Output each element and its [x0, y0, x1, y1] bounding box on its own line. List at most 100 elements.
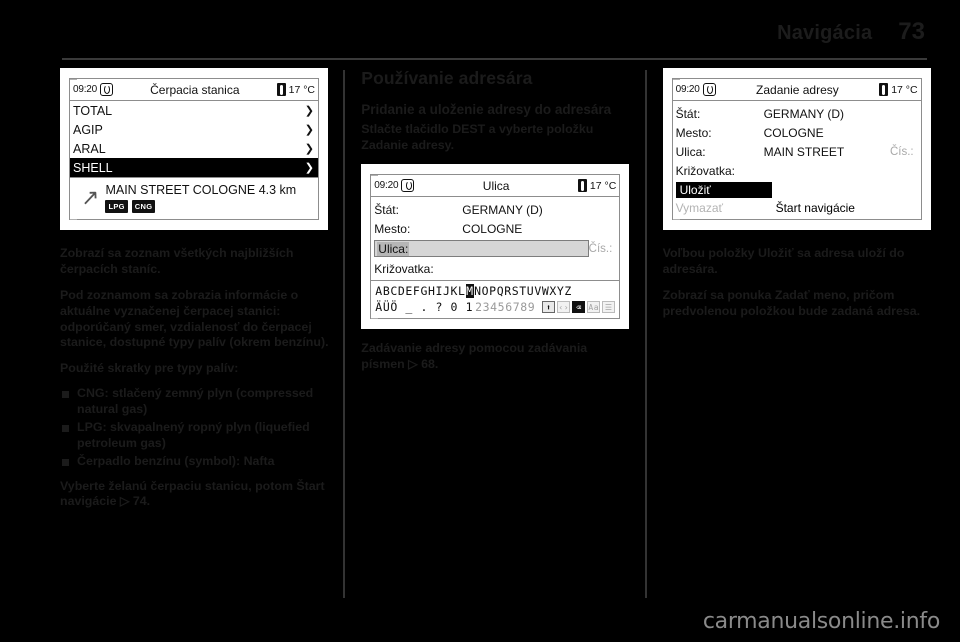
save-button[interactable]: Uložiť	[675, 182, 772, 198]
screen-title: Čerpacia stanica	[150, 82, 240, 97]
bottom-button-row: Vymazať Štart navigácie	[673, 199, 921, 217]
screen-statusbar: 09:20 Ulica 17 °C	[371, 175, 620, 198]
shift-icon[interactable]: ⬆	[542, 301, 556, 314]
right-column: 09:20 Zadanie adresy 17 °C Štát: GERMANY…	[662, 68, 932, 598]
list-item: LPG: skvapalnený ropný plyn (liquefied p…	[60, 420, 329, 452]
form-row-country[interactable]: Štát: GERMANY (D)	[371, 200, 619, 219]
clock-label: 09:20	[675, 84, 700, 95]
keyboard-row-symbols[interactable]: ÄÜÖ _ . ? 0 1 23456789 ⬆ ‹› ⌫ Aa ☰	[375, 300, 616, 315]
manual-page: Navigácia 73 09:20 Čerpacia stanica 17 °…	[0, 0, 960, 642]
form-row-city[interactable]: Mesto: COLOGNE	[673, 123, 921, 142]
screen-title: Ulica	[482, 178, 510, 193]
form-row-street[interactable]: Ulica: Čís.:	[374, 239, 616, 258]
page-number: 73	[898, 18, 925, 45]
fuel-tags: LPG CNG	[105, 200, 296, 213]
field-value: GERMANY (D)	[763, 106, 845, 121]
middle-column: Používanie adresára Pridanie a uloženie …	[361, 68, 630, 598]
station-detail: ↗ MAIN STREET COLOGNE 4.3 km LPG CNG	[70, 177, 318, 219]
chevron-right-icon: ❯	[304, 105, 314, 117]
field-value: COLOGNE	[462, 221, 523, 236]
list-item-selected[interactable]: SHELL ❯	[70, 158, 318, 177]
case-icon[interactable]: Aa	[587, 301, 601, 314]
keyboard-letters-after: NOPQRSTUVWXYZ	[474, 284, 572, 299]
left-paragraph-1: Zobrazí sa zoznam všetkých najbližších č…	[60, 246, 294, 276]
field-label: Križovatka:	[675, 163, 735, 178]
list-item-label: SHELL	[73, 160, 113, 175]
field-value: GERMANY (D)	[462, 202, 543, 217]
keyboard-icon-group[interactable]: ⬆ ‹› ⌫ Aa ☰	[542, 301, 616, 314]
house-number-label: Čís.:	[889, 145, 914, 158]
start-navigation-button[interactable]: Štart navigácie	[776, 201, 855, 215]
keyboard-letters-before: ABCDEFGHIJKL	[375, 284, 466, 299]
column-divider-2	[644, 70, 647, 598]
left-paragraph-3: Použité skratky pre typy palív:	[60, 361, 239, 376]
cursor-icon[interactable]: ‹›	[557, 301, 571, 314]
screen-title: Zadanie adresy	[756, 82, 839, 97]
direction-arrow-icon: ↗	[80, 184, 100, 211]
list-item: Čerpadlo benzínu (symbol): Nafta	[60, 454, 329, 470]
screen-statusbar: 09:20 Čerpacia stanica 17 °C	[70, 79, 318, 101]
clock-icon	[702, 83, 716, 96]
clock-label: 09:20	[374, 180, 399, 192]
form-row-junction[interactable]: Križovatka:	[371, 259, 619, 278]
section-heading: Používanie adresára	[361, 68, 533, 88]
address-form: Štát: GERMANY (D) Mesto: COLOGNE Ulica: …	[673, 101, 921, 219]
keyboard-digits-grey: 23456789	[475, 300, 536, 315]
fuel-tag-lpg: LPG	[105, 200, 128, 213]
list-item[interactable]: TOTAL ❯	[70, 101, 318, 120]
keyboard-symbols: ÄÜÖ _ . ? 0 1	[375, 300, 474, 315]
field-label: Mesto:	[374, 221, 411, 236]
column-divider-1	[343, 70, 346, 598]
form-row-country[interactable]: Štát: GERMANY (D)	[673, 104, 921, 123]
street-entry-figure: 09:20 Ulica 17 °C Štát: GERMANY (D) Mest…	[361, 164, 630, 330]
address-entry-figure: 09:20 Zadanie adresy 17 °C Štát: GERMANY…	[662, 68, 931, 230]
list-icon[interactable]: ☰	[602, 301, 616, 314]
temperature-label: 17 °C	[891, 83, 918, 96]
temperature-label: 17 °C	[589, 179, 617, 192]
fuel-station-figure: 09:20 Čerpacia stanica 17 °C TOTAL ❯ AGI…	[60, 68, 328, 230]
house-number-label: Čís.:	[588, 242, 613, 255]
screen-statusbar: 09:20 Zadanie adresy 17 °C	[672, 79, 921, 101]
clock-label: 09:20	[73, 84, 98, 95]
left-paragraph-2: Pod zoznamom sa zobrazia informácie o ak…	[60, 287, 329, 350]
backspace-icon[interactable]: ⌫	[572, 301, 586, 314]
field-label: Križovatka:	[374, 261, 434, 276]
onscreen-keyboard[interactable]: ABCDEFGHIJKL M NOPQRSTUVWXYZ ÄÜÖ _ . ? 0 1…	[371, 280, 620, 318]
left-column: 09:20 Čerpacia stanica 17 °C TOTAL ❯ AGI…	[60, 68, 329, 598]
field-label: Ulica:	[377, 241, 410, 256]
page-header: Navigácia 73	[95, 18, 925, 52]
section-subheading: Pridanie a uloženie adresy do adresára	[361, 102, 612, 117]
list-item[interactable]: ARAL ❯	[70, 139, 318, 158]
street-input[interactable]: Ulica:	[374, 240, 589, 258]
chevron-right-icon: ❯	[304, 124, 314, 136]
form-row-junction[interactable]: Križovatka:	[673, 161, 921, 180]
temperature-label: 17 °C	[288, 83, 315, 96]
station-list: TOTAL ❯ AGIP ❯ ARAL ❯ SHELL ❯	[70, 101, 318, 177]
keyboard-key-selected[interactable]: M	[465, 284, 475, 299]
clock-icon	[100, 83, 114, 96]
keyboard-row-letters[interactable]: ABCDEFGHIJKL M NOPQRSTUVWXYZ	[375, 284, 615, 299]
form-row-street[interactable]: Ulica: MAIN STREET Čís.:	[673, 142, 921, 161]
list-item[interactable]: AGIP ❯	[70, 120, 318, 139]
station-detail-text: MAIN STREET COLOGNE 4.3 km LPG CNG	[105, 183, 296, 213]
mid-caption: Zadávanie adresy pomocou zadávania písme…	[361, 341, 588, 372]
page-title: Navigácia	[777, 22, 873, 44]
delete-button[interactable]: Vymazať	[676, 201, 776, 215]
street-entry-screen: 09:20 Ulica 17 °C Štát: GERMANY (D) Mest…	[370, 174, 621, 320]
field-value: COLOGNE	[763, 125, 824, 140]
address-entry-screen: 09:20 Zadanie adresy 17 °C Štát: GERMANY…	[671, 78, 922, 220]
field-label: Mesto:	[675, 125, 712, 140]
footer-watermark: carmanualsonline.info	[702, 609, 940, 634]
temperature-group: 17 °C	[276, 83, 315, 96]
fuel-abbreviation-list: CNG: stlačený zemný plyn (compressed nat…	[60, 386, 329, 469]
list-item-label: TOTAL	[73, 103, 113, 118]
fuel-station-screen: 09:20 Čerpacia stanica 17 °C TOTAL ❯ AGI…	[69, 78, 319, 220]
header-divider	[62, 58, 927, 60]
thermometer-icon	[577, 179, 587, 193]
list-item: CNG: stlačený zemný plyn (compressed nat…	[60, 386, 329, 418]
content-columns: 09:20 Čerpacia stanica 17 °C TOTAL ❯ AGI…	[60, 68, 932, 598]
thermometer-icon	[879, 83, 889, 96]
form-row-city[interactable]: Mesto: COLOGNE	[371, 219, 619, 238]
clock-icon	[401, 179, 415, 193]
thermometer-icon	[276, 83, 286, 96]
